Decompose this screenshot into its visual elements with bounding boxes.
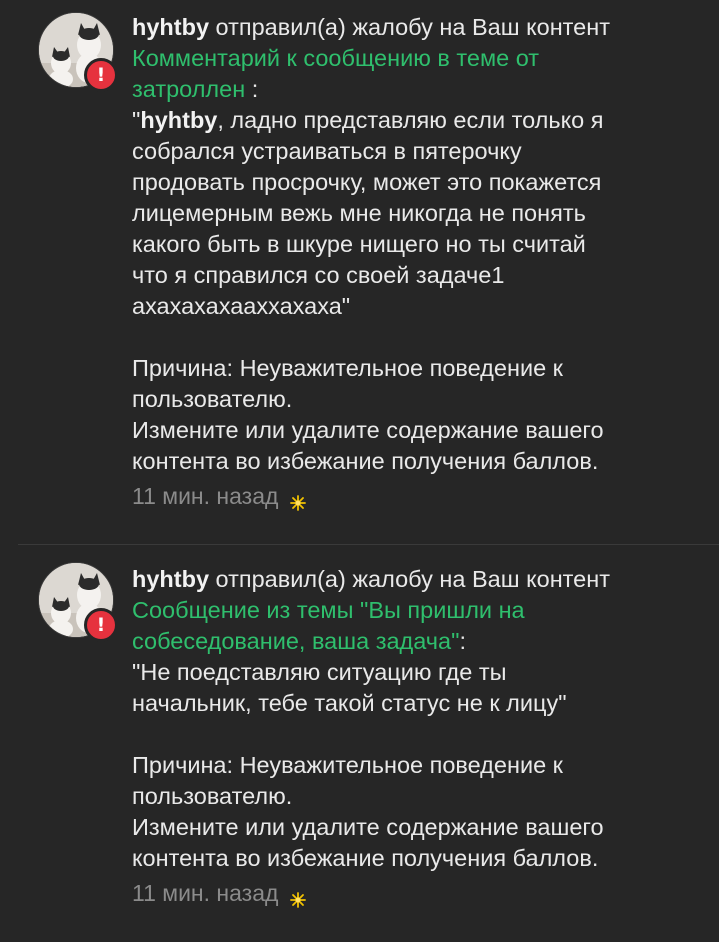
content-link-line-1: Комментарий к сообщению в теме от — [132, 43, 692, 74]
timestamp: 11 мин. назад — [132, 482, 279, 509]
sparkle-icon — [290, 885, 307, 908]
reason-line: Измените или удалите содержание вашего — [132, 417, 604, 443]
avatar[interactable]: ! — [38, 562, 118, 642]
reason-line: Причина: Неуважительное поведение к — [132, 752, 563, 778]
alert-badge-icon: ! — [84, 58, 118, 92]
content-link[interactable]: собеседование, ваша задача" — [132, 628, 459, 654]
divider — [18, 544, 719, 545]
username-link[interactable]: hyhtby — [132, 566, 209, 592]
reason-line: Причина: Неуважительное поведение к — [132, 355, 563, 381]
link-suffix: : — [459, 628, 466, 654]
quote-line: что я справился со своей задаче1 — [132, 262, 505, 288]
notification-header: hyhtby отправил(а) жалобу на Ваш контент — [132, 12, 692, 43]
username-link[interactable]: hyhtby — [132, 14, 209, 40]
quote-line: собрался устраиваться в пятерочку — [132, 138, 522, 164]
quote-line: ахахахахааххахаха" — [132, 293, 351, 319]
notification-content: hyhtby отправил(а) жалобу на Ваш контент… — [132, 12, 692, 513]
quote-line: продовать просрочку, может это покажется — [132, 169, 602, 195]
action-text: отправил(а) жалобу на Ваш контент — [209, 14, 610, 40]
content-link[interactable]: Комментарий к сообщению в теме от — [132, 45, 539, 71]
notification-item[interactable]: ! hyhtby отправил(а) жалобу на Ваш конте… — [0, 0, 719, 540]
notification-item[interactable]: ! hyhtby отправил(а) жалобу на Ваш конте… — [0, 548, 719, 942]
action-text: отправил(а) жалобу на Ваш контент — [209, 566, 610, 592]
reason-line: контента во избежание получения баллов. — [132, 845, 599, 871]
quote-author[interactable]: hyhtby — [140, 107, 217, 133]
quote-line: "Не поедставляю ситуацию где ты — [132, 659, 507, 685]
link-suffix: : — [245, 76, 259, 102]
quote-line: "hyhtby, ладно представляю если только я — [132, 107, 604, 133]
quote-text: , ладно представляю если только я — [217, 107, 604, 133]
content-link[interactable]: затроллен — [132, 76, 245, 102]
alert-badge-icon: ! — [84, 608, 118, 642]
notification-meta: 11 мин. назад — [132, 876, 692, 910]
notification-content: hyhtby отправил(а) жалобу на Ваш контент… — [132, 564, 692, 910]
timestamp: 11 мин. назад — [132, 879, 279, 906]
reason-line: пользователю. — [132, 783, 293, 809]
content-link-line-2: собеседование, ваша задача": — [132, 626, 692, 657]
content-link-line-2: затроллен : — [132, 74, 692, 105]
quote-line: какого быть в шкуре нищего но ты считай — [132, 231, 586, 257]
notification-header: hyhtby отправил(а) жалобу на Ваш контент — [132, 564, 692, 595]
sparkle-icon — [290, 488, 307, 511]
content-link-line-1: Сообщение из темы "Вы пришли на — [132, 595, 692, 626]
content-link[interactable]: Сообщение из темы "Вы пришли на — [132, 597, 525, 623]
avatar[interactable]: ! — [38, 12, 118, 92]
quote-line: начальник, тебе такой статус не к лицу" — [132, 690, 567, 716]
reason-line: контента во избежание получения баллов. — [132, 448, 599, 474]
quote-line: лицемерным вежь мне никогда не понять — [132, 200, 586, 226]
reason-line: Измените или удалите содержание вашего — [132, 814, 604, 840]
notification-meta: 11 мин. назад — [132, 479, 692, 513]
reason-line: пользователю. — [132, 386, 293, 412]
